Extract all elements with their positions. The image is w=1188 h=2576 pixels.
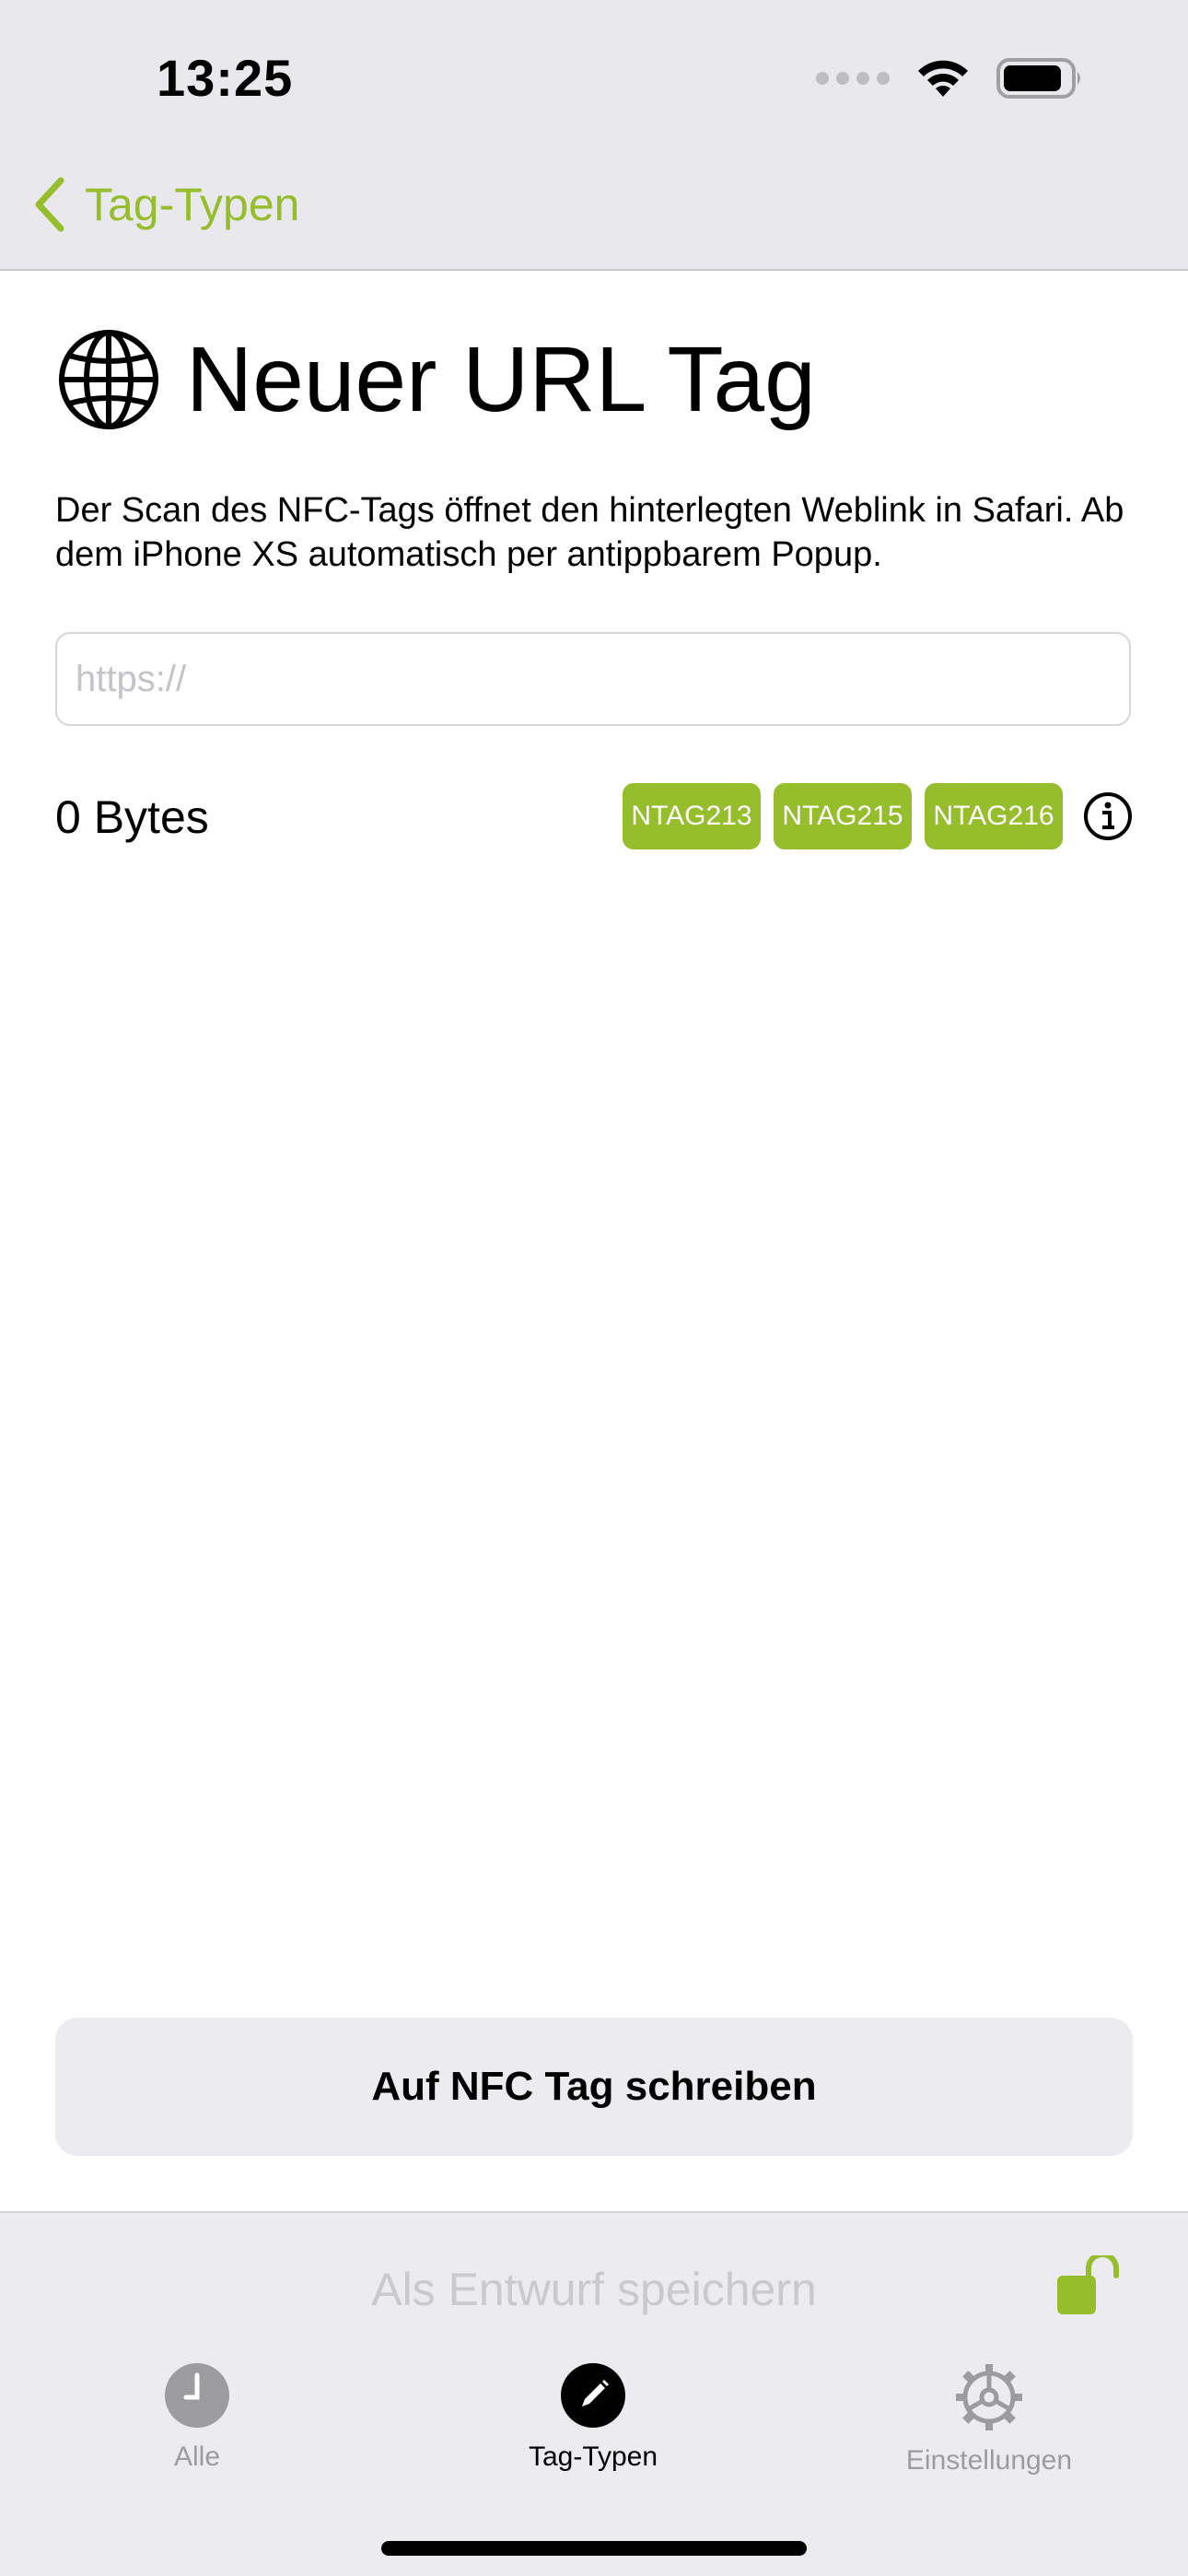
globe-icon xyxy=(59,330,158,429)
write-nfc-tag-button[interactable]: Auf NFC Tag schreiben xyxy=(55,2018,1133,2156)
home-indicator xyxy=(381,2541,807,2556)
pencil-icon xyxy=(561,2363,625,2428)
tab-tag-typen-label: Tag-Typen xyxy=(528,2441,658,2472)
tab-alle[interactable]: Alle xyxy=(59,2362,335,2473)
back-button[interactable]: Tag-Typen xyxy=(33,177,299,232)
url-input[interactable] xyxy=(55,632,1131,726)
tab-tag-typen[interactable]: Tag-Typen xyxy=(455,2362,731,2473)
tag-type-chips: NTAG213 NTAG215 NTAG216 xyxy=(623,783,1133,849)
bottom-panel: Als Entwurf speichern Alle Tag-Typen Ein… xyxy=(0,2211,1188,2576)
save-draft-button[interactable]: Als Entwurf speichern xyxy=(0,2263,1188,2316)
wifi-icon xyxy=(918,60,968,97)
page-title: Neuer URL Tag xyxy=(186,328,816,431)
unlock-icon[interactable] xyxy=(1055,2252,1125,2321)
status-time: 13:25 xyxy=(157,49,294,107)
top-bar: 13:25 Tag-Typen xyxy=(0,0,1188,271)
info-icon[interactable] xyxy=(1083,791,1133,841)
chevron-left-icon xyxy=(35,177,64,232)
description-text: Der Scan des NFC-Tags öffnet den hinterl… xyxy=(55,491,1124,574)
cellular-signal-icon xyxy=(816,72,890,85)
tab-bar: Alle Tag-Typen Einstellungen xyxy=(0,2362,1188,2491)
chip-ntag213[interactable]: NTAG213 xyxy=(623,783,761,849)
chip-ntag215[interactable]: NTAG215 xyxy=(774,783,912,849)
status-icons xyxy=(816,57,1085,100)
battery-icon xyxy=(996,58,1080,99)
back-button-label: Tag-Typen xyxy=(85,179,300,230)
byte-count: 0 Bytes xyxy=(55,791,209,843)
clock-icon xyxy=(165,2363,229,2428)
screen: 13:25 Tag-Typen Neuer URL Tag Der Scan d… xyxy=(0,0,1188,2576)
tab-einstellungen[interactable]: Einstellungen xyxy=(851,2362,1127,2476)
tab-alle-label: Alle xyxy=(173,2441,221,2472)
gear-icon xyxy=(956,2364,1022,2430)
chip-ntag216[interactable]: NTAG216 xyxy=(925,783,1063,849)
title-row: Neuer URL Tag xyxy=(57,328,816,431)
tab-einstellungen-label: Einstellungen xyxy=(905,2445,1073,2476)
